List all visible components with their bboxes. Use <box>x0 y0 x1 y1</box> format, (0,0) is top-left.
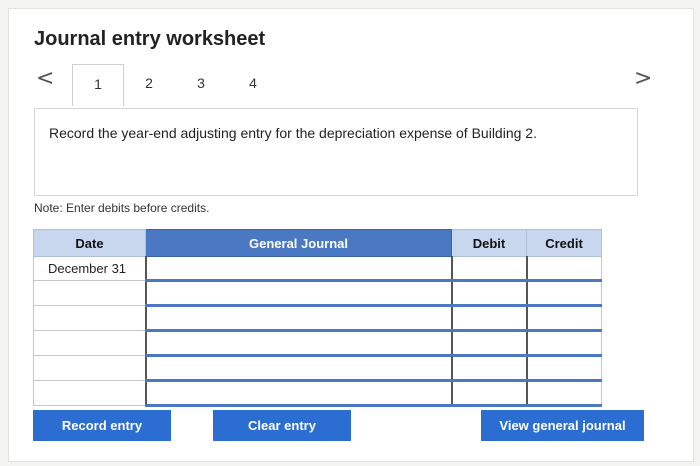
credit-input[interactable] <box>525 280 602 307</box>
journal-table: Date General Journal Debit Credit Decemb… <box>33 229 602 407</box>
date-header: Date <box>33 229 146 257</box>
debit-input[interactable] <box>450 280 527 307</box>
tab-3[interactable]: 3 <box>176 64 226 104</box>
tab-4[interactable]: 4 <box>228 64 278 104</box>
date-cell: December 31 <box>33 256 146 281</box>
date-cell <box>33 355 146 381</box>
date-cell <box>33 305 146 331</box>
page-title: Journal entry worksheet <box>34 28 266 50</box>
account-input[interactable] <box>144 256 452 282</box>
account-input[interactable] <box>144 380 452 407</box>
table-row <box>33 305 602 332</box>
instruction-text: Record the year-end adjusting entry for … <box>49 125 537 141</box>
date-cell <box>33 380 146 406</box>
credit-input[interactable] <box>525 355 602 382</box>
view-general-journal-button[interactable]: View general journal <box>481 410 644 441</box>
debit-input[interactable] <box>450 256 527 282</box>
credit-input[interactable] <box>525 380 602 407</box>
account-input[interactable] <box>144 280 452 307</box>
general-journal-header: General Journal <box>145 229 452 257</box>
debit-input[interactable] <box>450 380 527 407</box>
table-header-row: Date General Journal Debit Credit <box>33 229 602 257</box>
table-row <box>33 355 602 382</box>
table-row <box>33 380 602 407</box>
instruction-box: Record the year-end adjusting entry for … <box>34 108 638 196</box>
date-cell <box>33 280 146 306</box>
table-row: December 31 <box>33 256 602 282</box>
clear-entry-button[interactable]: Clear entry <box>213 410 351 441</box>
credit-input[interactable] <box>525 256 602 282</box>
chevron-right-icon[interactable]: > <box>634 66 652 91</box>
credit-input[interactable] <box>525 330 602 357</box>
record-entry-button[interactable]: Record entry <box>33 410 171 441</box>
debit-input[interactable] <box>450 355 527 382</box>
account-input[interactable] <box>144 355 452 382</box>
debit-input[interactable] <box>450 330 527 357</box>
date-cell <box>33 330 146 356</box>
table-row <box>33 330 602 357</box>
debit-header: Debit <box>451 229 527 257</box>
debit-input[interactable] <box>450 305 527 332</box>
tab-1[interactable]: 1 <box>72 64 124 106</box>
credit-header: Credit <box>526 229 602 257</box>
table-row <box>33 280 602 307</box>
account-input[interactable] <box>144 305 452 332</box>
tab-2[interactable]: 2 <box>124 64 174 104</box>
note-text: Note: Enter debits before credits. <box>34 201 210 215</box>
chevron-left-icon[interactable]: < <box>36 66 54 91</box>
credit-input[interactable] <box>525 305 602 332</box>
account-input[interactable] <box>144 330 452 357</box>
